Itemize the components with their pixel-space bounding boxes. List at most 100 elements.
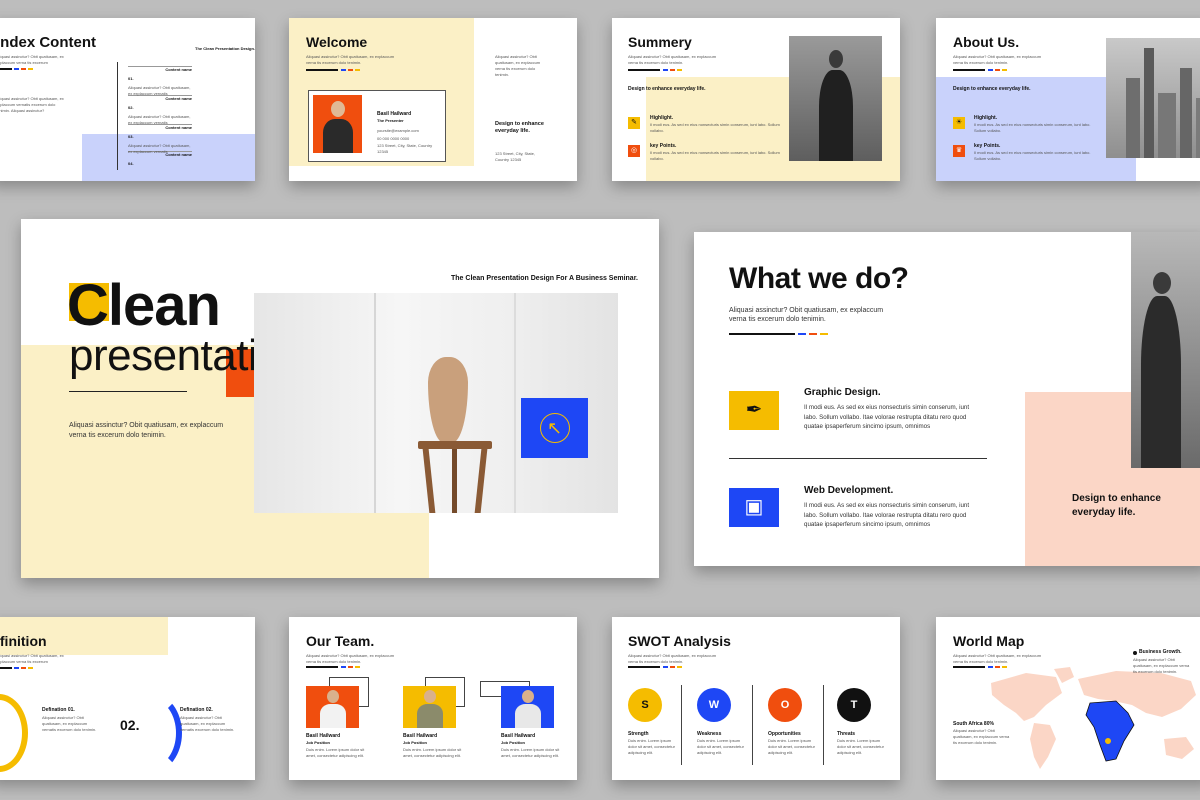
slide-welcome[interactable]: Welcome Aliquasi assinctur? Obit quatius… [289,18,577,181]
swot-desc: Duis enim. Lorem ipsum dolor sit amet, c… [697,738,744,755]
index-label: Content name [165,152,192,157]
member-desc: Duis enim. Lorem ipsum dolor sit amet, c… [306,747,365,758]
hero-tagline: The Clean Presentation Design For A Busi… [451,275,638,282]
slide-world-map[interactable]: World Map Aliquasi assinctur? Obit quati… [936,617,1200,780]
index-item[interactable]: 01. Content name Aliquasi assinctur? Obi… [128,66,192,96]
right-intro: Aliquasi assinctur? Obit quatiusam, ex e… [495,54,541,77]
north-america [991,673,1062,721]
index-item[interactable]: 02. Content name Aliquasi assinctur? Obi… [128,95,192,125]
tagline: Design to enhance everyday life. [1072,493,1161,518]
presenter-phone: 00 000 0000 0000 [377,136,410,141]
accent-dash [798,333,806,335]
member-role: Job Position [501,740,525,745]
accent-dash [348,69,353,71]
item-label: key Points. [650,143,677,149]
vase [428,357,468,443]
swot-threats-badge: T [837,688,871,722]
slide-intro: Aliquasi assinctur? Obit quatiusam, ex e… [628,653,717,664]
item-desc: Il modi eus. As sed ex eius nonsecturis … [650,122,780,133]
slide-swot[interactable]: SWOT Analysis Aliquasi assinctur? Obit q… [612,617,900,780]
accent-dash [670,69,675,71]
slide-summery[interactable]: Summery Aliquasi assinctur? Obit quatius… [612,18,900,181]
slide-what-we-do[interactable]: What we do? Aliquasi assinctur? Obit qua… [694,232,1200,566]
index-item[interactable]: 03. Content name Aliquasi assinctur? Obi… [128,124,192,154]
slide-intro: Aliquasi assinctur? Obit quatiusam, ex e… [628,54,717,65]
slide-title: SWOT Analysis [628,633,731,649]
swot-label: Weakness [697,731,722,737]
hero-body: Aliquasi assinctur? Obit quatiusam, ex e… [69,422,224,439]
index-label: Content name [165,125,192,130]
swot-desc: Duis enim. Lorem ipsum dolor sit amet, c… [837,738,884,755]
slide-title: Definition [0,633,47,649]
accent-dash [729,333,795,335]
profile-photo [313,95,362,153]
index-label: Content name [165,67,192,72]
def-desc: Aliquasi assinctur? Obit quatiusam, ex e… [42,715,97,732]
monitor-icon: ▣ [729,488,779,527]
legend-dot [1133,651,1137,655]
index-num: 04. [128,161,134,166]
swot-label: Strength [628,731,649,737]
swot-label: Threats [837,731,856,737]
slide-title: Index Content [0,34,96,51]
team-photo-1 [306,686,359,728]
accent-dash [14,68,19,70]
accent-dash [14,667,19,669]
highlight-icon: ✎ [628,117,640,129]
accent-dash [670,666,675,668]
slide-intro: Aliquasi assinctur? Obit quatiusam, ex e… [729,307,884,323]
member-desc: Duis enim. Lorem ipsum dolor sit amet, c… [501,747,560,758]
slide-title: Our Team. [306,633,375,649]
legend-title: Business Growth. [1139,649,1182,655]
accent-dash [663,69,668,71]
accent-dash [306,69,338,71]
divider [823,685,824,765]
map-stat: South Africa 80% [953,721,994,727]
slide-intro: Aliquasi assinctur? Obit quatiusam, ex e… [953,54,1042,65]
slide-intro: Aliquasi assinctur? Obit quatiusam, ex e… [953,653,1042,664]
profile-card[interactable]: Basil Hailward The Presenter yoursite@ex… [308,90,446,162]
photo-woman-office [789,36,882,161]
def-label: Defination 02. [180,707,213,713]
arrow-up-left-icon[interactable]: ↖ [521,398,588,458]
slide-title: World Map [953,633,1025,649]
service-desc: Il modi eus. As sed ex eius nonsecturis … [804,404,970,430]
item-desc: Il modi eus. As sed ex eius nonsecturis … [650,150,780,161]
accent-dash [21,667,26,669]
service-desc: Il modi eus. As sed ex eius nonsecturis … [804,502,970,528]
team-photo-3 [501,686,554,728]
item-desc: Il modi eus. As sed ex eius nonsecturis … [974,150,1091,161]
index-label: Content name [165,96,192,101]
person-figure [323,101,353,153]
accent-dash [28,667,33,669]
accent-dash [0,667,12,669]
accent-dash [348,666,353,668]
swot-weakness-badge: W [697,688,731,722]
map-stat-desc: Aliquasi assinctur? Obit quatiusam, ex e… [953,728,1010,745]
def-desc: Aliquasi assinctur? Obit quatiusam, ex e… [180,715,235,732]
slide-index-content[interactable]: Index Content Aliquasi assinctur? Obit q… [0,18,255,181]
index-list: 01. Content name Aliquasi assinctur? Obi… [128,66,192,172]
accent-dash [663,666,668,668]
slide-title: About Us. [953,34,1020,50]
accent-dash [355,666,360,668]
slide-team[interactable]: Our Team. Aliquasi assinctur? Obit quati… [289,617,577,780]
slide-title: Welcome [306,34,368,50]
slide-about[interactable]: About Us. Aliquasi assinctur? Obit quati… [936,18,1200,181]
section-divider [729,458,987,459]
slide-hero[interactable]: Clean presentation Aliquasi assinctur? O… [21,219,659,578]
index-num: 03. [128,134,134,139]
map-pin-icon [1105,738,1111,744]
accent-dash [628,69,660,71]
hero-divider [69,391,187,392]
service-title: Graphic Design. [804,387,881,398]
accent-dash [988,69,993,71]
member-name: Basil Hailward [306,733,341,739]
swot-desc: Duis enim. Lorem ipsum dolor sit amet, c… [768,738,815,755]
swot-desc: Duis enim. Lorem ipsum dolor sit amet, c… [628,738,675,755]
slide-intro: Aliquasi assinctur? Obit quatiusam, ex e… [0,54,64,65]
accent-dash [0,68,12,70]
australia [1164,737,1194,759]
right-address: 123 Street, City, State, Country 12345 [495,151,535,162]
slide-definition[interactable]: Definition Aliquasi assinctur? Obit quat… [0,617,255,780]
